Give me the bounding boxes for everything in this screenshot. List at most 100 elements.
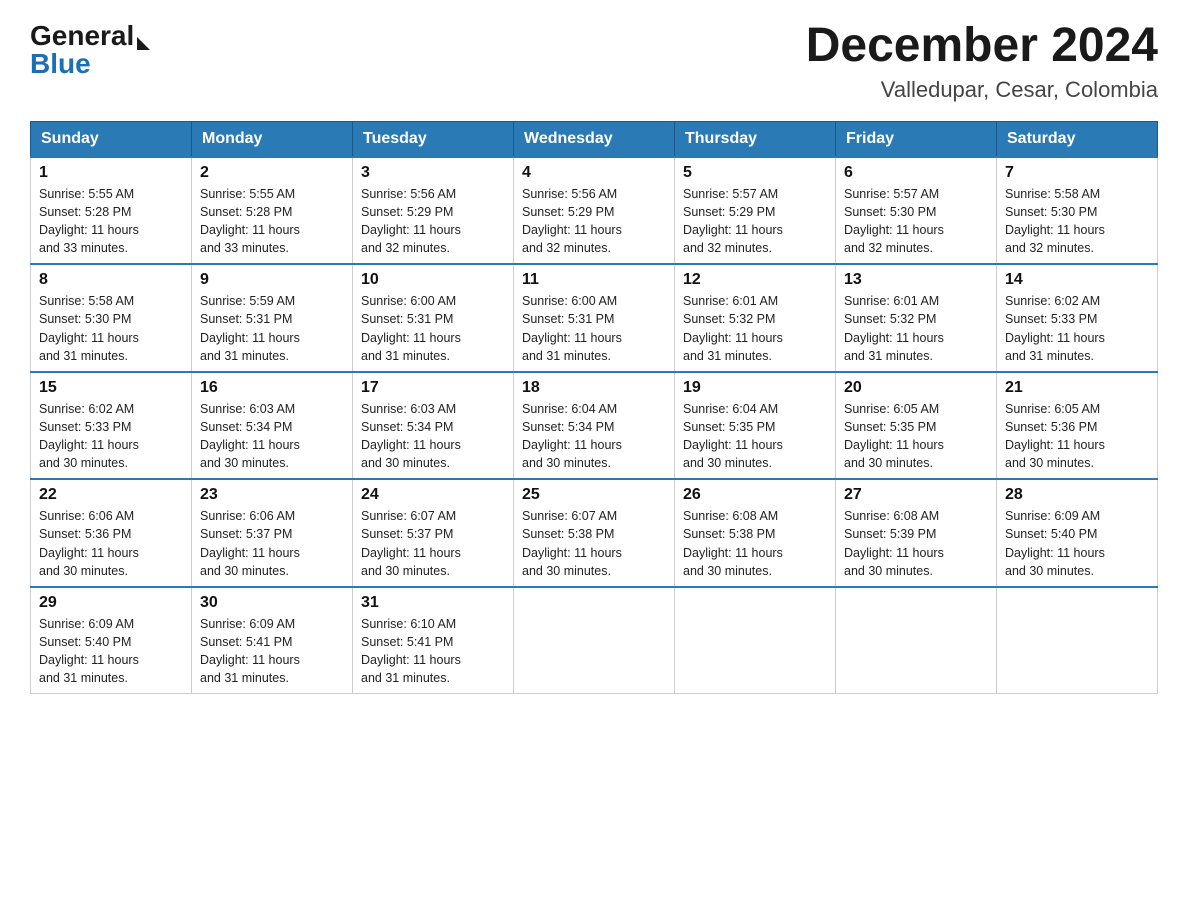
location-title: Valledupar, Cesar, Colombia: [806, 77, 1158, 103]
day-number: 19: [683, 379, 827, 397]
day-info: Sunrise: 6:07 AMSunset: 5:38 PMDaylight:…: [522, 509, 622, 577]
calendar-cell: 25 Sunrise: 6:07 AMSunset: 5:38 PMDaylig…: [514, 479, 675, 587]
day-number: 14: [1005, 271, 1149, 289]
day-info: Sunrise: 6:09 AMSunset: 5:40 PMDaylight:…: [1005, 509, 1105, 577]
day-number: 3: [361, 164, 505, 182]
day-info: Sunrise: 6:00 AMSunset: 5:31 PMDaylight:…: [361, 294, 461, 362]
calendar-week-row-5: 29 Sunrise: 6:09 AMSunset: 5:40 PMDaylig…: [31, 587, 1158, 694]
day-number: 23: [200, 486, 344, 504]
day-info: Sunrise: 6:02 AMSunset: 5:33 PMDaylight:…: [39, 402, 139, 470]
calendar-cell: 17 Sunrise: 6:03 AMSunset: 5:34 PMDaylig…: [353, 372, 514, 480]
calendar-cell: 7 Sunrise: 5:58 AMSunset: 5:30 PMDayligh…: [997, 157, 1158, 265]
logo-blue-text: Blue: [30, 48, 150, 80]
page-header: General Blue December 2024 Valledupar, C…: [30, 20, 1158, 103]
calendar-header-saturday: Saturday: [997, 121, 1158, 157]
day-info: Sunrise: 5:55 AMSunset: 5:28 PMDaylight:…: [200, 187, 300, 255]
day-number: 18: [522, 379, 666, 397]
day-info: Sunrise: 6:06 AMSunset: 5:36 PMDaylight:…: [39, 509, 139, 577]
calendar-header-monday: Monday: [192, 121, 353, 157]
day-number: 21: [1005, 379, 1149, 397]
day-number: 4: [522, 164, 666, 182]
calendar-cell: [675, 587, 836, 694]
day-info: Sunrise: 6:10 AMSunset: 5:41 PMDaylight:…: [361, 617, 461, 685]
calendar-cell: 26 Sunrise: 6:08 AMSunset: 5:38 PMDaylig…: [675, 479, 836, 587]
calendar-cell: 29 Sunrise: 6:09 AMSunset: 5:40 PMDaylig…: [31, 587, 192, 694]
day-number: 27: [844, 486, 988, 504]
title-block: December 2024 Valledupar, Cesar, Colombi…: [806, 20, 1158, 103]
day-number: 17: [361, 379, 505, 397]
calendar-cell: 21 Sunrise: 6:05 AMSunset: 5:36 PMDaylig…: [997, 372, 1158, 480]
calendar-cell: 2 Sunrise: 5:55 AMSunset: 5:28 PMDayligh…: [192, 157, 353, 265]
calendar-cell: [836, 587, 997, 694]
day-info: Sunrise: 6:00 AMSunset: 5:31 PMDaylight:…: [522, 294, 622, 362]
calendar-cell: 9 Sunrise: 5:59 AMSunset: 5:31 PMDayligh…: [192, 264, 353, 372]
calendar-week-row-1: 1 Sunrise: 5:55 AMSunset: 5:28 PMDayligh…: [31, 157, 1158, 265]
day-info: Sunrise: 5:55 AMSunset: 5:28 PMDaylight:…: [39, 187, 139, 255]
calendar-header-wednesday: Wednesday: [514, 121, 675, 157]
day-info: Sunrise: 5:57 AMSunset: 5:30 PMDaylight:…: [844, 187, 944, 255]
day-info: Sunrise: 6:05 AMSunset: 5:35 PMDaylight:…: [844, 402, 944, 470]
day-number: 20: [844, 379, 988, 397]
calendar-cell: 1 Sunrise: 5:55 AMSunset: 5:28 PMDayligh…: [31, 157, 192, 265]
calendar-cell: 6 Sunrise: 5:57 AMSunset: 5:30 PMDayligh…: [836, 157, 997, 265]
calendar-cell: 4 Sunrise: 5:56 AMSunset: 5:29 PMDayligh…: [514, 157, 675, 265]
day-info: Sunrise: 6:07 AMSunset: 5:37 PMDaylight:…: [361, 509, 461, 577]
day-number: 5: [683, 164, 827, 182]
day-info: Sunrise: 5:57 AMSunset: 5:29 PMDaylight:…: [683, 187, 783, 255]
day-number: 28: [1005, 486, 1149, 504]
day-info: Sunrise: 6:06 AMSunset: 5:37 PMDaylight:…: [200, 509, 300, 577]
calendar-cell: 5 Sunrise: 5:57 AMSunset: 5:29 PMDayligh…: [675, 157, 836, 265]
calendar-cell: 30 Sunrise: 6:09 AMSunset: 5:41 PMDaylig…: [192, 587, 353, 694]
calendar-header-thursday: Thursday: [675, 121, 836, 157]
day-number: 9: [200, 271, 344, 289]
logo: General Blue: [30, 20, 150, 80]
calendar-cell: 24 Sunrise: 6:07 AMSunset: 5:37 PMDaylig…: [353, 479, 514, 587]
day-info: Sunrise: 6:05 AMSunset: 5:36 PMDaylight:…: [1005, 402, 1105, 470]
day-info: Sunrise: 6:08 AMSunset: 5:39 PMDaylight:…: [844, 509, 944, 577]
calendar-cell: 18 Sunrise: 6:04 AMSunset: 5:34 PMDaylig…: [514, 372, 675, 480]
calendar-week-row-3: 15 Sunrise: 6:02 AMSunset: 5:33 PMDaylig…: [31, 372, 1158, 480]
day-info: Sunrise: 6:01 AMSunset: 5:32 PMDaylight:…: [844, 294, 944, 362]
day-info: Sunrise: 6:02 AMSunset: 5:33 PMDaylight:…: [1005, 294, 1105, 362]
calendar-cell: 8 Sunrise: 5:58 AMSunset: 5:30 PMDayligh…: [31, 264, 192, 372]
month-title: December 2024: [806, 20, 1158, 73]
calendar-cell: [997, 587, 1158, 694]
calendar-cell: 15 Sunrise: 6:02 AMSunset: 5:33 PMDaylig…: [31, 372, 192, 480]
day-info: Sunrise: 6:08 AMSunset: 5:38 PMDaylight:…: [683, 509, 783, 577]
logo-block: General Blue: [30, 20, 150, 80]
calendar-cell: 11 Sunrise: 6:00 AMSunset: 5:31 PMDaylig…: [514, 264, 675, 372]
day-info: Sunrise: 6:01 AMSunset: 5:32 PMDaylight:…: [683, 294, 783, 362]
calendar-cell: 27 Sunrise: 6:08 AMSunset: 5:39 PMDaylig…: [836, 479, 997, 587]
calendar-cell: 10 Sunrise: 6:00 AMSunset: 5:31 PMDaylig…: [353, 264, 514, 372]
calendar-cell: 13 Sunrise: 6:01 AMSunset: 5:32 PMDaylig…: [836, 264, 997, 372]
day-number: 15: [39, 379, 183, 397]
day-info: Sunrise: 5:58 AMSunset: 5:30 PMDaylight:…: [1005, 187, 1105, 255]
calendar-cell: 16 Sunrise: 6:03 AMSunset: 5:34 PMDaylig…: [192, 372, 353, 480]
day-number: 6: [844, 164, 988, 182]
calendar-cell: 22 Sunrise: 6:06 AMSunset: 5:36 PMDaylig…: [31, 479, 192, 587]
day-number: 25: [522, 486, 666, 504]
day-number: 16: [200, 379, 344, 397]
day-number: 2: [200, 164, 344, 182]
day-info: Sunrise: 6:03 AMSunset: 5:34 PMDaylight:…: [361, 402, 461, 470]
day-number: 24: [361, 486, 505, 504]
calendar-table: SundayMondayTuesdayWednesdayThursdayFrid…: [30, 121, 1158, 695]
day-number: 22: [39, 486, 183, 504]
day-number: 11: [522, 271, 666, 289]
day-number: 10: [361, 271, 505, 289]
calendar-cell: 3 Sunrise: 5:56 AMSunset: 5:29 PMDayligh…: [353, 157, 514, 265]
calendar-cell: [514, 587, 675, 694]
calendar-cell: 14 Sunrise: 6:02 AMSunset: 5:33 PMDaylig…: [997, 264, 1158, 372]
calendar-header-tuesday: Tuesday: [353, 121, 514, 157]
calendar-header-sunday: Sunday: [31, 121, 192, 157]
calendar-week-row-4: 22 Sunrise: 6:06 AMSunset: 5:36 PMDaylig…: [31, 479, 1158, 587]
calendar-cell: 28 Sunrise: 6:09 AMSunset: 5:40 PMDaylig…: [997, 479, 1158, 587]
calendar-cell: 31 Sunrise: 6:10 AMSunset: 5:41 PMDaylig…: [353, 587, 514, 694]
calendar-cell: 23 Sunrise: 6:06 AMSunset: 5:37 PMDaylig…: [192, 479, 353, 587]
day-info: Sunrise: 6:04 AMSunset: 5:34 PMDaylight:…: [522, 402, 622, 470]
day-info: Sunrise: 5:56 AMSunset: 5:29 PMDaylight:…: [522, 187, 622, 255]
calendar-cell: 20 Sunrise: 6:05 AMSunset: 5:35 PMDaylig…: [836, 372, 997, 480]
day-number: 30: [200, 594, 344, 612]
day-number: 12: [683, 271, 827, 289]
day-number: 29: [39, 594, 183, 612]
